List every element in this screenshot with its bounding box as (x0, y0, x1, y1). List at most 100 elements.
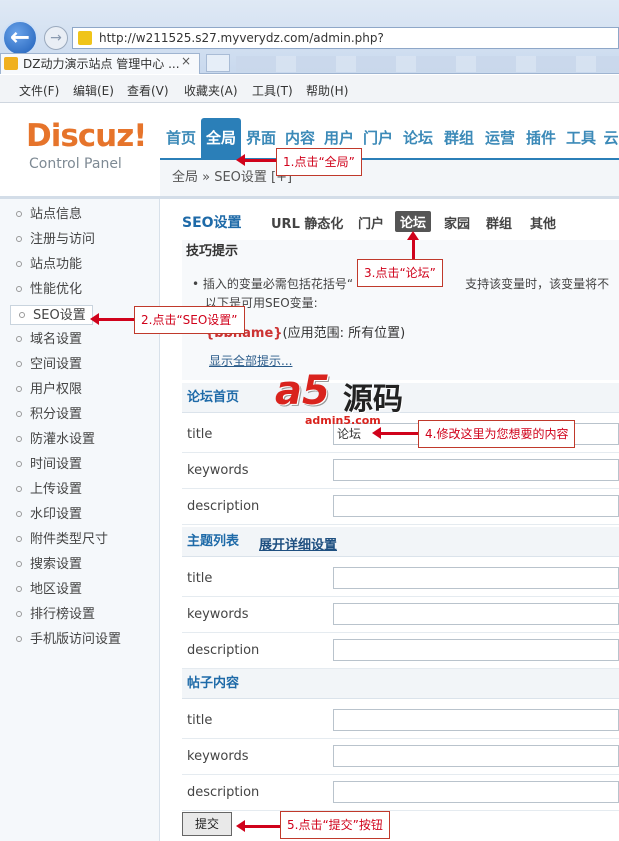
menu-view[interactable]: 查看(V) (127, 82, 169, 99)
sidebar-item[interactable]: 站点功能 (16, 255, 82, 275)
sidebar-item[interactable]: 地区设置 (16, 580, 82, 600)
expand-settings-link[interactable]: 展开详细设置 (259, 534, 337, 553)
bullet-icon (16, 211, 22, 217)
bullet-icon (16, 461, 22, 467)
browser-tab[interactable]: DZ动力演示站点 管理中心 ... (0, 53, 200, 74)
breadcrumb: 全局 » SEO设置 [+] (160, 160, 619, 196)
sidebar-item[interactable]: 积分设置 (16, 405, 82, 425)
nav-global[interactable]: 全局 (201, 118, 241, 158)
watermark-url: admin5.com (305, 414, 381, 427)
field-label: description (187, 785, 260, 800)
menu-bar: 文件(F) 编辑(E) 查看(V) 收藏夹(A) 工具(T) 帮助(H) (0, 75, 619, 103)
subtab-groups[interactable]: 群组 (486, 213, 512, 232)
menu-favorites[interactable]: 收藏夹(A) (184, 82, 238, 99)
seo-keywords-input[interactable] (333, 459, 619, 481)
tip-text-tail: 支持该变量时，该变量将不 (465, 277, 610, 291)
nav-tools[interactable]: 工具 (563, 118, 599, 158)
subtab-url-static[interactable]: URL 静态化 (271, 213, 343, 232)
close-tab-icon[interactable]: × (181, 54, 191, 68)
subtab-portal[interactable]: 门户 (358, 213, 384, 232)
menu-tools[interactable]: 工具(T) (252, 82, 293, 99)
bullet-icon (16, 436, 22, 442)
bullet-icon (19, 312, 25, 318)
discuz-logo: Discuz! (26, 118, 147, 154)
logo-subtitle: Control Panel (29, 156, 122, 172)
bullet-icon (16, 361, 22, 367)
field-label: title (187, 427, 213, 442)
annotation-arrow-4 (372, 427, 418, 439)
field-label: description (187, 499, 260, 514)
row-divider (182, 452, 619, 453)
bullet-icon (16, 336, 22, 342)
sidebar-item[interactable]: 水印设置 (16, 505, 82, 525)
sidebar-item-label: 手机版访问设置 (30, 632, 122, 647)
bullet-icon (16, 611, 22, 617)
sidebar-item-label: 站点信息 (30, 207, 83, 222)
forward-button[interactable]: → (44, 26, 68, 50)
subtab-other[interactable]: 其他 (530, 213, 556, 232)
annotation-arrow-2 (90, 313, 134, 325)
sidebar-item[interactable]: 时间设置 (16, 455, 82, 475)
nav-interface[interactable]: 界面 (244, 118, 278, 158)
seo-keywords-input[interactable] (333, 603, 619, 625)
menu-help[interactable]: 帮助(H) (306, 82, 348, 99)
sidebar-item-label: 防灌水设置 (30, 432, 96, 447)
sidebar-item-label: 积分设置 (30, 407, 83, 422)
seo-keywords-input[interactable] (333, 745, 619, 767)
bullet-icon (16, 236, 22, 242)
section-title: 论坛首页 (187, 390, 240, 405)
sidebar-item[interactable]: 用户权限 (16, 380, 82, 400)
sidebar-item[interactable]: SEO设置 (10, 305, 93, 325)
sidebar-item[interactable]: 手机版访问设置 (16, 630, 121, 650)
nav-cloud[interactable]: 云 (602, 118, 619, 158)
nav-portal[interactable]: 门户 (361, 118, 395, 158)
seo-title-input[interactable] (333, 567, 619, 589)
sidebar-item[interactable]: 注册与访问 (16, 230, 95, 250)
row-divider (182, 596, 619, 597)
nav-plugins[interactable]: 插件 (523, 118, 559, 158)
menu-edit[interactable]: 编辑(E) (73, 82, 114, 99)
sidebar-item-label: 空间设置 (30, 357, 83, 372)
nav-groups[interactable]: 群组 (441, 118, 477, 158)
sidebar-item[interactable]: 防灌水设置 (16, 430, 95, 450)
field-label: description (187, 643, 260, 658)
sidebar-item[interactable]: 附件类型尺寸 (16, 530, 108, 550)
seo-description-input[interactable] (333, 495, 619, 517)
sidebar-item-label: 附件类型尺寸 (30, 532, 109, 547)
row-divider (182, 774, 619, 775)
seo-description-input[interactable] (333, 639, 619, 661)
sidebar-item[interactable]: 搜索设置 (16, 555, 82, 575)
nav-operations[interactable]: 运营 (482, 118, 518, 158)
watermark-text: 源码 (343, 382, 403, 417)
address-bar[interactable]: http://w211525.s27.myverydz.com/admin.ph… (72, 27, 619, 49)
sidebar-item-label: 上传设置 (30, 482, 83, 497)
annotation-arrow-5 (236, 820, 280, 832)
seo-title-input[interactable] (333, 709, 619, 731)
subtab-forum[interactable]: 论坛 (395, 211, 432, 232)
sidebar-item[interactable]: 上传设置 (16, 480, 82, 500)
back-button[interactable]: ← (2, 20, 38, 56)
new-tab-button[interactable] (206, 54, 230, 72)
site-favicon-icon (78, 31, 92, 45)
nav-forum[interactable]: 论坛 (400, 118, 436, 158)
bullet-icon (16, 386, 22, 392)
sidebar-item[interactable]: 站点信息 (16, 205, 82, 225)
nav-home[interactable]: 首页 (164, 118, 198, 158)
seo-description-input[interactable] (333, 781, 619, 803)
sidebar-item[interactable]: 性能优化 (16, 280, 82, 300)
sidebar-item[interactable]: 空间设置 (16, 355, 82, 375)
row-divider (182, 488, 619, 489)
submit-button[interactable]: 提交 (182, 812, 232, 836)
sidebar-item[interactable]: 域名设置 (16, 330, 82, 350)
sidebar-item-label: 搜索设置 (30, 557, 83, 572)
show-all-tips-link[interactable]: 显示全部提示... (209, 352, 292, 369)
section-title: 帖子内容 (187, 676, 240, 691)
sidebar-item-label: 用户权限 (30, 382, 83, 397)
sidebar-item[interactable]: 排行榜设置 (16, 605, 95, 625)
annotation-step-1: 1.点击“全局” (276, 148, 362, 176)
bullet-icon (16, 536, 22, 542)
favorites-bar (236, 56, 619, 72)
menu-file[interactable]: 文件(F) (19, 82, 59, 99)
subtab-home[interactable]: 家园 (444, 213, 470, 232)
sidebar-item-label: 排行榜设置 (30, 607, 96, 622)
